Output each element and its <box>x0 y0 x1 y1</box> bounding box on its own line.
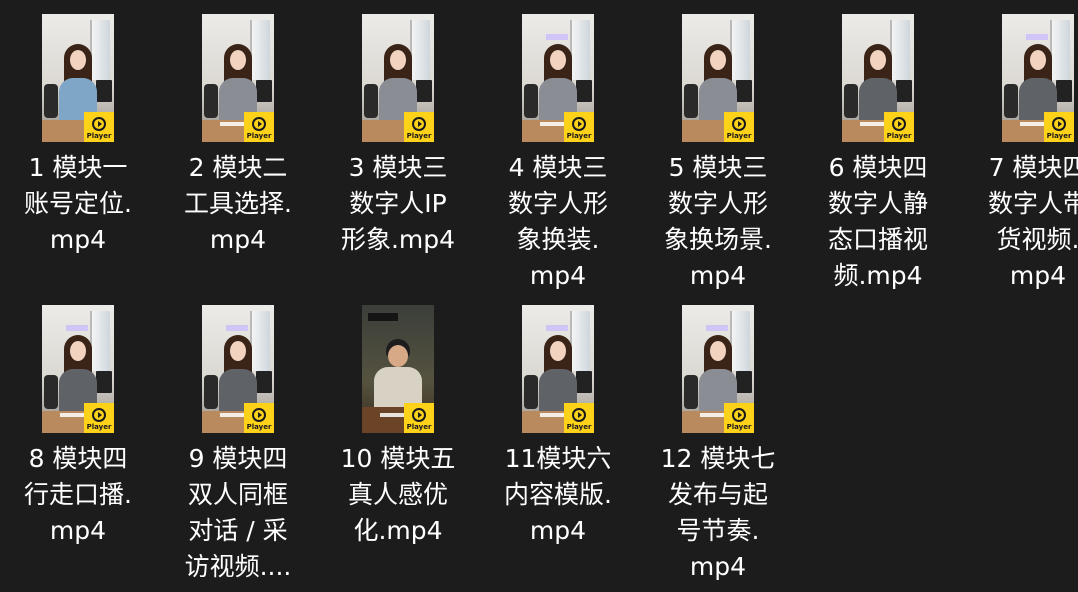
player-badge-icon: Player <box>564 403 594 433</box>
player-badge-icon: Player <box>1044 112 1074 142</box>
video-thumbnail: Player <box>362 305 434 433</box>
video-thumbnail: Player <box>202 14 274 142</box>
player-badge-label: Player <box>886 131 912 140</box>
play-icon <box>252 116 266 131</box>
file-item[interactable]: Player 6 模块四 数字人静 态口播视 频.mp4 <box>816 14 940 294</box>
video-thumbnail: Player <box>42 305 114 433</box>
file-item[interactable]: Player 2 模块二 工具选择. mp4 <box>176 14 300 258</box>
play-icon <box>92 116 106 131</box>
player-badge-icon: Player <box>724 403 754 433</box>
video-thumbnail: Player <box>522 305 594 433</box>
file-item[interactable]: Player 10 模块五 真人感优 化.mp4 <box>336 305 460 549</box>
player-badge-label: Player <box>566 422 592 431</box>
file-name: 11模块六 内容模版. mp4 <box>504 444 612 545</box>
video-thumbnail: Player <box>202 305 274 433</box>
file-name: 4 模块三 数字人形 象换装. mp4 <box>507 153 608 290</box>
video-thumbnail: Player <box>682 305 754 433</box>
player-badge-label: Player <box>1046 131 1072 140</box>
player-badge-label: Player <box>86 131 112 140</box>
play-icon <box>892 116 906 131</box>
play-icon <box>92 407 106 422</box>
player-badge-icon: Player <box>404 112 434 142</box>
file-item[interactable]: Player 12 模块七 发布与起 号节奏. mp4 <box>656 305 780 585</box>
file-grid: Player 1 模块一 账号定位. mp4 Player 2 模块二 工具选择… <box>0 0 1078 592</box>
file-name: 2 模块二 工具选择. mp4 <box>184 153 292 254</box>
player-badge-label: Player <box>726 131 752 140</box>
file-item[interactable]: Player 5 模块三 数字人形 象换场景. mp4 <box>656 14 780 294</box>
file-name: 1 模块一 账号定位. mp4 <box>24 153 132 254</box>
file-item[interactable]: Player 11模块六 内容模版. mp4 <box>496 305 620 549</box>
play-icon <box>572 116 586 131</box>
play-icon <box>412 116 426 131</box>
video-thumbnail: Player <box>682 14 754 142</box>
file-item[interactable]: Player 9 模块四 双人同框 对话 / 采 访视频.... <box>176 305 300 585</box>
file-name: 12 模块七 发布与起 号节奏. mp4 <box>660 444 776 581</box>
file-name: 6 模块四 数字人静 态口播视 频.mp4 <box>827 153 928 290</box>
player-badge-icon: Player <box>564 112 594 142</box>
file-name: 3 模块三 数字人IP 形象.mp4 <box>340 153 456 254</box>
play-icon <box>252 407 266 422</box>
player-badge-icon: Player <box>884 112 914 142</box>
player-badge-label: Player <box>566 131 592 140</box>
video-thumbnail: Player <box>522 14 594 142</box>
file-name: 5 模块三 数字人形 象换场景. mp4 <box>664 153 772 290</box>
player-badge-label: Player <box>406 131 432 140</box>
video-thumbnail: Player <box>842 14 914 142</box>
file-item[interactable]: Player 8 模块四 行走口播. mp4 <box>16 305 140 549</box>
play-icon <box>732 116 746 131</box>
file-item[interactable]: Player 7 模块四 数字人带 货视频. mp4 <box>976 14 1078 294</box>
file-name: 7 模块四 数字人带 货视频. mp4 <box>987 153 1078 290</box>
play-icon <box>732 407 746 422</box>
file-name: 10 模块五 真人感优 化.mp4 <box>340 444 456 545</box>
video-thumbnail: Player <box>362 14 434 142</box>
play-icon <box>1052 116 1066 131</box>
file-name: 8 模块四 行走口播. mp4 <box>24 444 132 545</box>
play-icon <box>572 407 586 422</box>
player-badge-icon: Player <box>84 403 114 433</box>
player-badge-label: Player <box>726 422 752 431</box>
file-item[interactable]: Player 3 模块三 数字人IP 形象.mp4 <box>336 14 460 258</box>
file-name: 9 模块四 双人同框 对话 / 采 访视频.... <box>184 444 292 581</box>
play-icon <box>412 407 426 422</box>
player-badge-icon: Player <box>244 112 274 142</box>
player-badge-label: Player <box>246 131 272 140</box>
player-badge-label: Player <box>86 422 112 431</box>
player-badge-label: Player <box>406 422 432 431</box>
file-item[interactable]: Player 1 模块一 账号定位. mp4 <box>16 14 140 258</box>
video-thumbnail: Player <box>42 14 114 142</box>
player-badge-label: Player <box>246 422 272 431</box>
video-thumbnail: Player <box>1002 14 1074 142</box>
player-badge-icon: Player <box>244 403 274 433</box>
file-item[interactable]: Player 4 模块三 数字人形 象换装. mp4 <box>496 14 620 294</box>
player-badge-icon: Player <box>84 112 114 142</box>
player-badge-icon: Player <box>724 112 754 142</box>
player-badge-icon: Player <box>404 403 434 433</box>
